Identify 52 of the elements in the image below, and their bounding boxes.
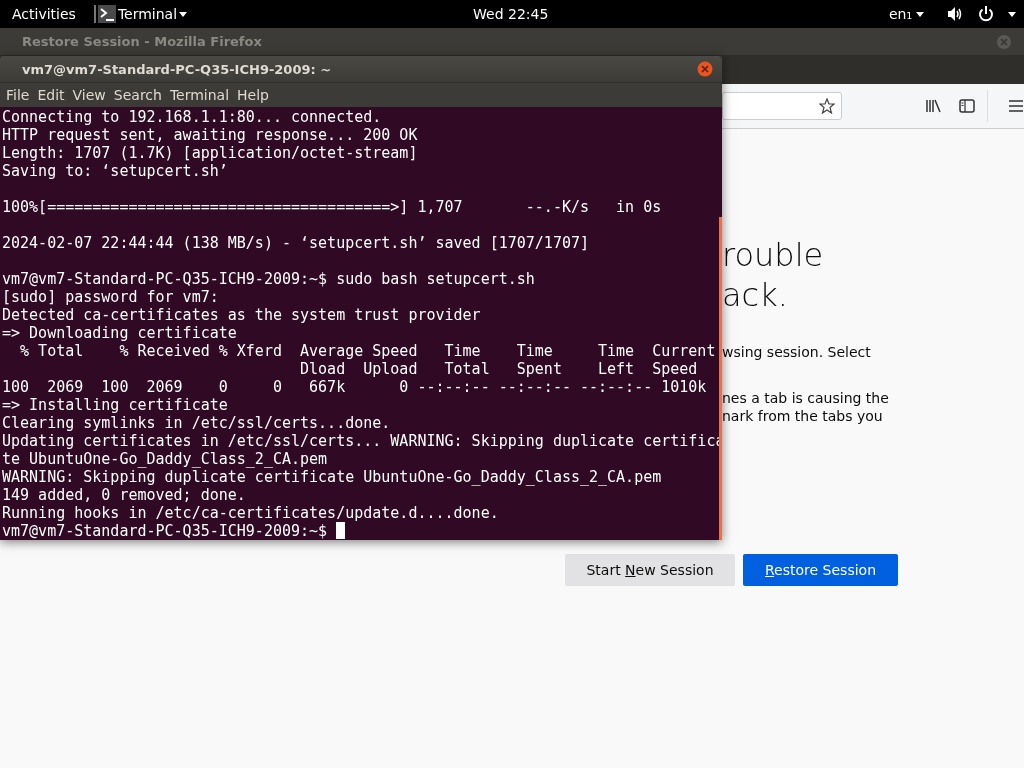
library-icon[interactable] bbox=[926, 99, 942, 113]
terminal-line: => Installing certificate bbox=[2, 396, 228, 414]
menu-item[interactable]: Terminal bbox=[169, 87, 238, 103]
terminal-line: vm7@vm7-Standard-PC-Q35-ICH9-2009:~$ sudo bash setupcert.sh bbox=[2, 270, 535, 288]
scrollbar-indicator[interactable] bbox=[719, 217, 722, 540]
terminal-line: 100%[======================================>] 1,707 --.-K/s in 0s bbox=[2, 198, 662, 216]
terminal-line: HTTP request sent, awaiting response... 200 OK bbox=[2, 126, 418, 144]
terminal-icon bbox=[97, 5, 116, 23]
window-title: Restore Session - Mozilla Firefox bbox=[22, 34, 262, 49]
terminal-line: 100 2069 100 2069 0 0 667k 0 --:--:-- --:--:-- --:--:-- 1010k bbox=[2, 378, 707, 396]
caret-icon bbox=[916, 11, 924, 17]
menu-item[interactable]: File bbox=[6, 87, 38, 103]
text-cursor bbox=[336, 522, 346, 539]
close-icon[interactable] bbox=[697, 61, 713, 77]
terminal-line: te UbuntuOne-Go_Daddy_Class_2_CA.pem bbox=[2, 450, 328, 468]
page-heading-line: rouble bbox=[722, 235, 825, 275]
terminal-line: WARNING: Skipping duplicate certificate UbuntuOne-Go_Daddy_Class_2_CA.pem bbox=[2, 468, 662, 486]
app-menu[interactable]: Terminal bbox=[93, 5, 188, 23]
terminal-line: 2024-02-07 22:44:44 (138 MB/s) - ‘setupcert.sh’ saved [1707/1707] bbox=[2, 234, 589, 252]
caret-icon bbox=[1008, 11, 1016, 17]
star-icon[interactable] bbox=[819, 98, 835, 114]
power-icon[interactable] bbox=[978, 6, 994, 22]
window-title: vm7@vm7-Standard-PC-Q35-ICH9-2009: ~ bbox=[22, 61, 332, 77]
caret-icon bbox=[179, 11, 188, 17]
restore-session-button[interactable]: Restore Session bbox=[743, 554, 898, 586]
terminal-line: Running hooks in /etc/ca-certificates/update.d....done. bbox=[2, 504, 499, 522]
description-text: nark from the tabs you bbox=[722, 407, 884, 425]
terminal-line: % Total % Received % Xferd Average Speed Time Time Time Current bbox=[19, 342, 716, 360]
description-text: wsing session. Select bbox=[722, 343, 872, 361]
clock[interactable]: Wed 22:45 bbox=[473, 6, 549, 22]
menu-item[interactable]: Edit bbox=[37, 87, 73, 103]
menu-item[interactable]: Search bbox=[113, 87, 170, 103]
menu-icon[interactable] bbox=[1009, 100, 1023, 112]
keyboard-layout-menu[interactable]: en₁ bbox=[888, 6, 924, 22]
description-text: nes a tab is causing the bbox=[722, 389, 890, 407]
volume-icon[interactable] bbox=[948, 7, 964, 21]
terminal-line: Connecting to 192.168.1.1:80... connected. bbox=[2, 108, 382, 126]
terminal-line: Length: 1707 (1.7K) [application/octet-stream] bbox=[2, 144, 418, 162]
terminal-line: 149 added, 0 removed; done. bbox=[2, 486, 246, 504]
terminal-line: Saving to: ‘setupcert.sh’ bbox=[2, 162, 228, 180]
terminal-line: Dload Upload Total Spent Left Speed bbox=[299, 360, 698, 378]
activities-button[interactable]: Activities bbox=[0, 6, 88, 22]
start-new-session-button[interactable]: Start New Session bbox=[565, 554, 735, 586]
page-heading-line: ack. bbox=[722, 275, 789, 315]
terminal-line: Detected ca-certificates as the system trust provider bbox=[2, 306, 481, 324]
menu-item[interactable]: View bbox=[72, 87, 114, 103]
terminal-line: [sudo] password for vm7: bbox=[2, 288, 219, 306]
terminal-line: => Downloading certificate bbox=[2, 324, 237, 342]
menu-item[interactable]: Help bbox=[237, 87, 277, 103]
sidebar-icon[interactable] bbox=[959, 99, 975, 113]
terminal-line: Clearing symlinks in /etc/ssl/certs...done. bbox=[2, 414, 391, 432]
terminal-prompt: vm7@vm7-Standard-PC-Q35-ICH9-2009:~$ bbox=[2, 522, 328, 540]
